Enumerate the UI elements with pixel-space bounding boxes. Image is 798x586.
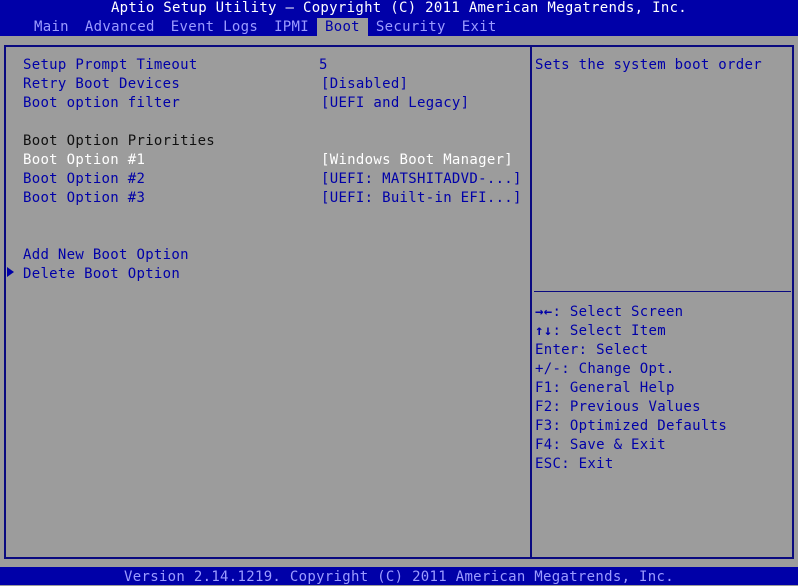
tab-exit[interactable]: Exit	[454, 18, 505, 36]
setting-value-boot-option-filter[interactable]: [UEFI and Legacy]	[321, 94, 469, 113]
boot-option-2-value[interactable]: [UEFI: MATSHITADVD-...]	[321, 170, 522, 189]
boot-option-1-value[interactable]: [Windows Boot Manager]	[321, 151, 513, 170]
key-hint-f1: F1: General Help	[535, 379, 675, 398]
boot-option-3-value[interactable]: [UEFI: Built-in EFI...]	[321, 189, 522, 208]
key-name: ESC	[535, 456, 562, 472]
help-divider	[534, 291, 791, 292]
key-name: F4	[535, 437, 553, 453]
setting-label-retry-boot-devices[interactable]: Retry Boot Devices	[23, 75, 180, 94]
key-hint-text: : Optimized Defaults	[552, 418, 728, 434]
key-hint-text: : Exit	[561, 456, 614, 472]
key-hint-text: : Change Opt.	[561, 361, 675, 377]
tab-ipmi[interactable]: IPMI	[266, 18, 317, 36]
help-description: Sets the system boot order	[535, 57, 762, 73]
tab-event-logs[interactable]: Event Logs	[163, 18, 266, 36]
boot-priorities-heading: Boot Option Priorities	[23, 133, 216, 149]
key-hint-f4: F4: Save & Exit	[535, 436, 666, 455]
setting-label-setup-prompt-timeout[interactable]: Setup Prompt Timeout	[23, 56, 198, 75]
submenu-arrow-icon	[7, 267, 14, 277]
tab-bar: Main Advanced Event Logs IPMI Boot Secur…	[26, 18, 505, 36]
window-title: Aptio Setup Utility – Copyright (C) 2011…	[110, 0, 688, 16]
key-hint-f3: F3: Optimized Defaults	[535, 417, 727, 436]
key-hint-change-opt: +/-: Change Opt.	[535, 360, 675, 379]
key-name: Enter	[535, 342, 579, 358]
boot-option-2-label[interactable]: Boot Option #2	[23, 170, 145, 189]
pane-divider	[530, 45, 532, 559]
up-down-arrows-icon: ↑↓	[535, 323, 553, 339]
add-new-boot-option-link[interactable]: Add New Boot Option	[23, 246, 189, 265]
key-hint-f2: F2: Previous Values	[535, 398, 701, 417]
tab-main[interactable]: Main	[26, 18, 77, 36]
main-frame	[4, 45, 794, 559]
key-hint-enter: Enter: Select	[535, 341, 649, 360]
key-hint-text: : Select	[578, 342, 649, 358]
setting-label-boot-option-filter[interactable]: Boot option filter	[23, 94, 180, 113]
key-name: F1	[535, 380, 553, 396]
tab-security[interactable]: Security	[368, 18, 454, 36]
key-name: +/-	[535, 361, 562, 377]
key-hint-text: : Previous Values	[552, 399, 701, 415]
setting-value-setup-prompt-timeout[interactable]: 5	[319, 56, 328, 75]
key-name: F2	[535, 399, 553, 415]
key-hint-text: : Select Item	[552, 323, 666, 339]
key-hint-text: : Select Screen	[552, 304, 684, 320]
delete-boot-option-link[interactable]: Delete Boot Option	[23, 265, 180, 284]
setting-value-retry-boot-devices[interactable]: [Disabled]	[321, 75, 408, 94]
tab-advanced[interactable]: Advanced	[77, 18, 163, 36]
key-hint-esc: ESC: Exit	[535, 455, 614, 474]
key-hint-text: : General Help	[552, 380, 675, 396]
left-right-arrows-icon: →←	[535, 304, 553, 320]
key-hint-select-item: ↑↓: Select Item	[535, 322, 666, 341]
boot-option-1-label[interactable]: Boot Option #1	[23, 151, 145, 170]
key-name: F3	[535, 418, 553, 434]
key-hint-text: : Save & Exit	[552, 437, 666, 453]
tab-boot[interactable]: Boot	[316, 18, 368, 36]
footer-version: Version 2.14.1219. Copyright (C) 2011 Am…	[124, 569, 674, 585]
key-hint-select-screen: →←: Select Screen	[535, 303, 683, 322]
boot-option-3-label[interactable]: Boot Option #3	[23, 189, 145, 208]
